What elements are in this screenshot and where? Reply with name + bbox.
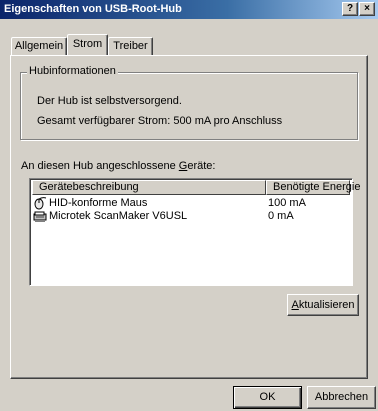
- hub-selfpowered-text: Der Hub ist selbstversorgend.: [37, 95, 182, 107]
- ok-button[interactable]: OK: [233, 386, 302, 409]
- scanner-icon: [33, 210, 47, 223]
- tab-strom[interactable]: Strom: [67, 34, 108, 55]
- table-row[interactable]: Microtek ScanMaker V6USL 0 mA: [32, 210, 350, 223]
- tab-allgemein[interactable]: Allgemein: [11, 37, 67, 55]
- close-button[interactable]: ×: [359, 2, 375, 16]
- column-header-description[interactable]: Gerätebeschreibung: [32, 180, 266, 195]
- device-name: Microtek ScanMaker V6USL: [49, 210, 188, 222]
- device-name: HID-konforme Maus: [49, 197, 148, 209]
- hubinfo-groupbox: Hubinformationen Der Hub ist selbstverso…: [20, 65, 358, 140]
- help-button[interactable]: ?: [342, 2, 358, 16]
- refresh-button[interactable]: Aktualisieren: [287, 294, 359, 316]
- hub-power-text: Gesamt verfügbarer Strom: 500 mA pro Ans…: [37, 115, 283, 127]
- device-energy: 0 mA: [268, 210, 294, 222]
- title-bar: Eigenschaften von USB-Root-Hub ? ×: [0, 0, 378, 19]
- cancel-button[interactable]: Abbrechen: [307, 386, 376, 409]
- tab-panel-strom: Hubinformationen Der Hub ist selbstverso…: [10, 55, 368, 379]
- devices-label: An diesen Hub angeschlossene Geräte:: [21, 160, 216, 172]
- window-title: Eigenschaften von USB-Root-Hub: [4, 3, 182, 15]
- device-energy: 100 mA: [268, 197, 306, 209]
- table-row[interactable]: HID-konforme Maus 100 mA: [32, 197, 350, 210]
- column-header-energy[interactable]: Benötigte Energie: [266, 180, 360, 195]
- hubinfo-group-label: Hubinformationen: [27, 65, 118, 77]
- tab-treiber[interactable]: Treiber: [108, 37, 153, 55]
- devices-listview[interactable]: Gerätebeschreibung Benötigte Energie HID…: [29, 178, 360, 286]
- mouse-icon: [33, 197, 47, 210]
